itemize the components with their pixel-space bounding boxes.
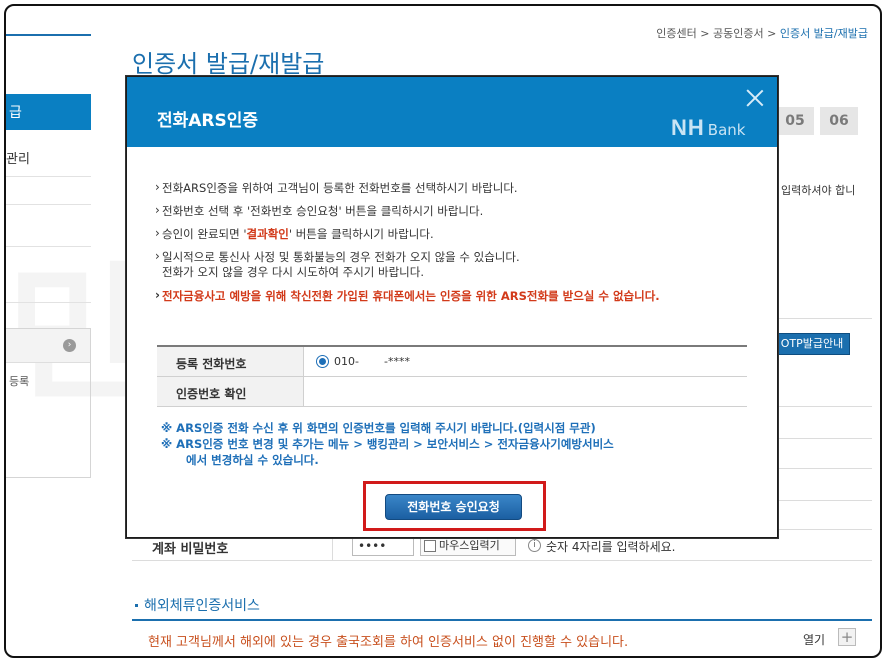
sidebar-box: › 등록 <box>6 328 91 478</box>
step-05: 05 <box>776 107 814 135</box>
note-item: ※ ARS인증 전화 수신 후 위 화면의 인증번호를 입력해 주시기 바랍니다… <box>161 421 596 435</box>
breadcrumb-separator: > <box>767 27 777 40</box>
instruction-item: 승인이 완료되면 '결과확인' 버튼을 클릭하시기 바랍니다. <box>155 226 755 242</box>
breadcrumb-current: 인증서 발급/재발급 <box>779 27 868 40</box>
password-hint: 숫자 4자리를 입력하세요. <box>546 540 676 554</box>
phone-radio[interactable] <box>316 355 329 368</box>
table-row: 등록 전화번호 010- -**** <box>157 347 747 377</box>
breadcrumb-item[interactable]: 공동인증서 <box>713 27 764 40</box>
phone-approval-request-button[interactable]: 전화번호 승인요청 <box>385 494 522 520</box>
instruction-item: 일시적으로 통신사 사정 및 통화불능의 경우 전화가 오지 않을 수 있습니다… <box>155 249 755 280</box>
phone-masked: -**** <box>384 355 410 368</box>
instruction-text: 승인이 완료되면 ' <box>162 227 247 241</box>
table-row: 인증번호 확인 <box>157 377 747 407</box>
breadcrumb-item[interactable]: 인증센터 <box>656 27 696 40</box>
checkbox-icon[interactable] <box>424 540 436 552</box>
modal-header: 전화ARS인증 NH Bank <box>127 77 777 147</box>
open-label[interactable]: 열기 <box>803 631 825 648</box>
instruction-text: 일시적으로 통신사 사정 및 통화불능의 경우 전화가 오지 않을 수 있습니다… <box>162 250 520 264</box>
close-icon[interactable] <box>744 87 766 109</box>
breadcrumb: 인증센터 > 공동인증서 > 인증서 발급/재발급 <box>656 25 868 41</box>
bullet-icon <box>135 604 138 607</box>
overseas-notice: 현재 고객님께서 해외에 있는 경우 출국조회를 하여 인증서비스 없이 진행할… <box>148 635 629 650</box>
result-check-highlight: 결과확인 <box>246 227 289 241</box>
note-item: ※ ARS인증 번호 변경 및 추가는 메뉴 > 뱅킹관리 > 보안서비스 > … <box>161 437 614 451</box>
phone-label: 등록 전화번호 <box>157 347 303 376</box>
nh-bank-logo: NH Bank <box>671 115 745 141</box>
sidebar-top-line <box>6 34 91 36</box>
notes: ※ ARS인증 전화 수신 후 위 화면의 인증번호를 입력해 주시기 바랍니다… <box>161 420 761 468</box>
account-password-label: 계좌 비밀번호 <box>152 542 229 557</box>
sidebar-box-text: 등록 <box>9 375 30 388</box>
note-item: 에서 변경하실 수 있습니다. <box>186 453 319 467</box>
otp-guide-button[interactable]: OTP발급안내 <box>774 333 850 355</box>
sidebar-divider <box>6 246 91 247</box>
instruction-text: 전화가 오지 않을 경우 다시 시도하여 주시기 바랍니다. <box>162 265 425 279</box>
modal-title: 전화ARS인증 <box>157 111 259 131</box>
instruction-text: ' 버튼을 클릭하시기 바랍니다. <box>288 227 434 241</box>
background-instruction-text: 입력하셔야 합니 <box>781 184 856 197</box>
sidebar-divider <box>6 204 91 205</box>
plus-icon[interactable]: + <box>838 628 856 646</box>
instruction-item: 전화번호 선택 후 '전화번호 승인요청' 버튼을 클릭하시기 바랍니다. <box>155 203 755 219</box>
warning-text: 전자금융사고 예방을 위해 착신전환 가입된 휴대폰에서는 인증을 위한 ARS… <box>155 288 755 304</box>
logo-bank: Bank <box>707 121 746 139</box>
phone-table: 등록 전화번호 010- -**** 인증번호 확인 <box>157 345 747 407</box>
logo-nh: NH <box>671 115 705 140</box>
sidebar-item-active[interactable]: 급 <box>6 94 91 130</box>
instruction-item: 전화ARS인증을 위하여 고객님이 등록한 전화번호를 선택하시기 바랍니다. <box>155 180 755 196</box>
section-title-overseas: 해외체류인증서비스 <box>144 598 260 614</box>
phone-value-cell: 010- -**** <box>303 347 747 376</box>
chevron-right-circle-icon[interactable]: › <box>63 339 76 352</box>
instruction-list: 전화ARS인증을 위하여 고객님이 등록한 전화번호를 선택하시기 바랍니다. … <box>155 180 755 312</box>
sidebar-divider <box>6 302 91 303</box>
mouse-input-checkbox[interactable]: 마우스입력기 <box>420 536 516 556</box>
ars-auth-modal: 전화ARS인증 NHBank 전화ARS인증을 위하여 고객님이 등록한 전화번… <box>126 76 778 538</box>
mouse-input-label: 마우스입력기 <box>439 539 500 552</box>
breadcrumb-separator: > <box>700 27 710 40</box>
browser-frame: 민원인드 급 관리 › 등록 인증센터 > 공동인증서 > 인증서 발급/재발급… <box>4 4 882 658</box>
section-divider <box>132 619 872 621</box>
account-password-input[interactable]: •••• <box>352 536 414 556</box>
sidebar-box-header[interactable]: › <box>6 329 90 363</box>
sidebar-item-manage[interactable]: 관리 <box>6 148 91 167</box>
page-title: 인증서 발급/재발급 <box>132 50 325 78</box>
phone-prefix: 010- <box>334 355 359 368</box>
info-icon: i <box>528 539 541 552</box>
step-06: 06 <box>820 107 858 135</box>
verify-value-cell <box>303 377 747 406</box>
sidebar-divider <box>6 176 91 177</box>
verify-label: 인증번호 확인 <box>157 377 303 406</box>
